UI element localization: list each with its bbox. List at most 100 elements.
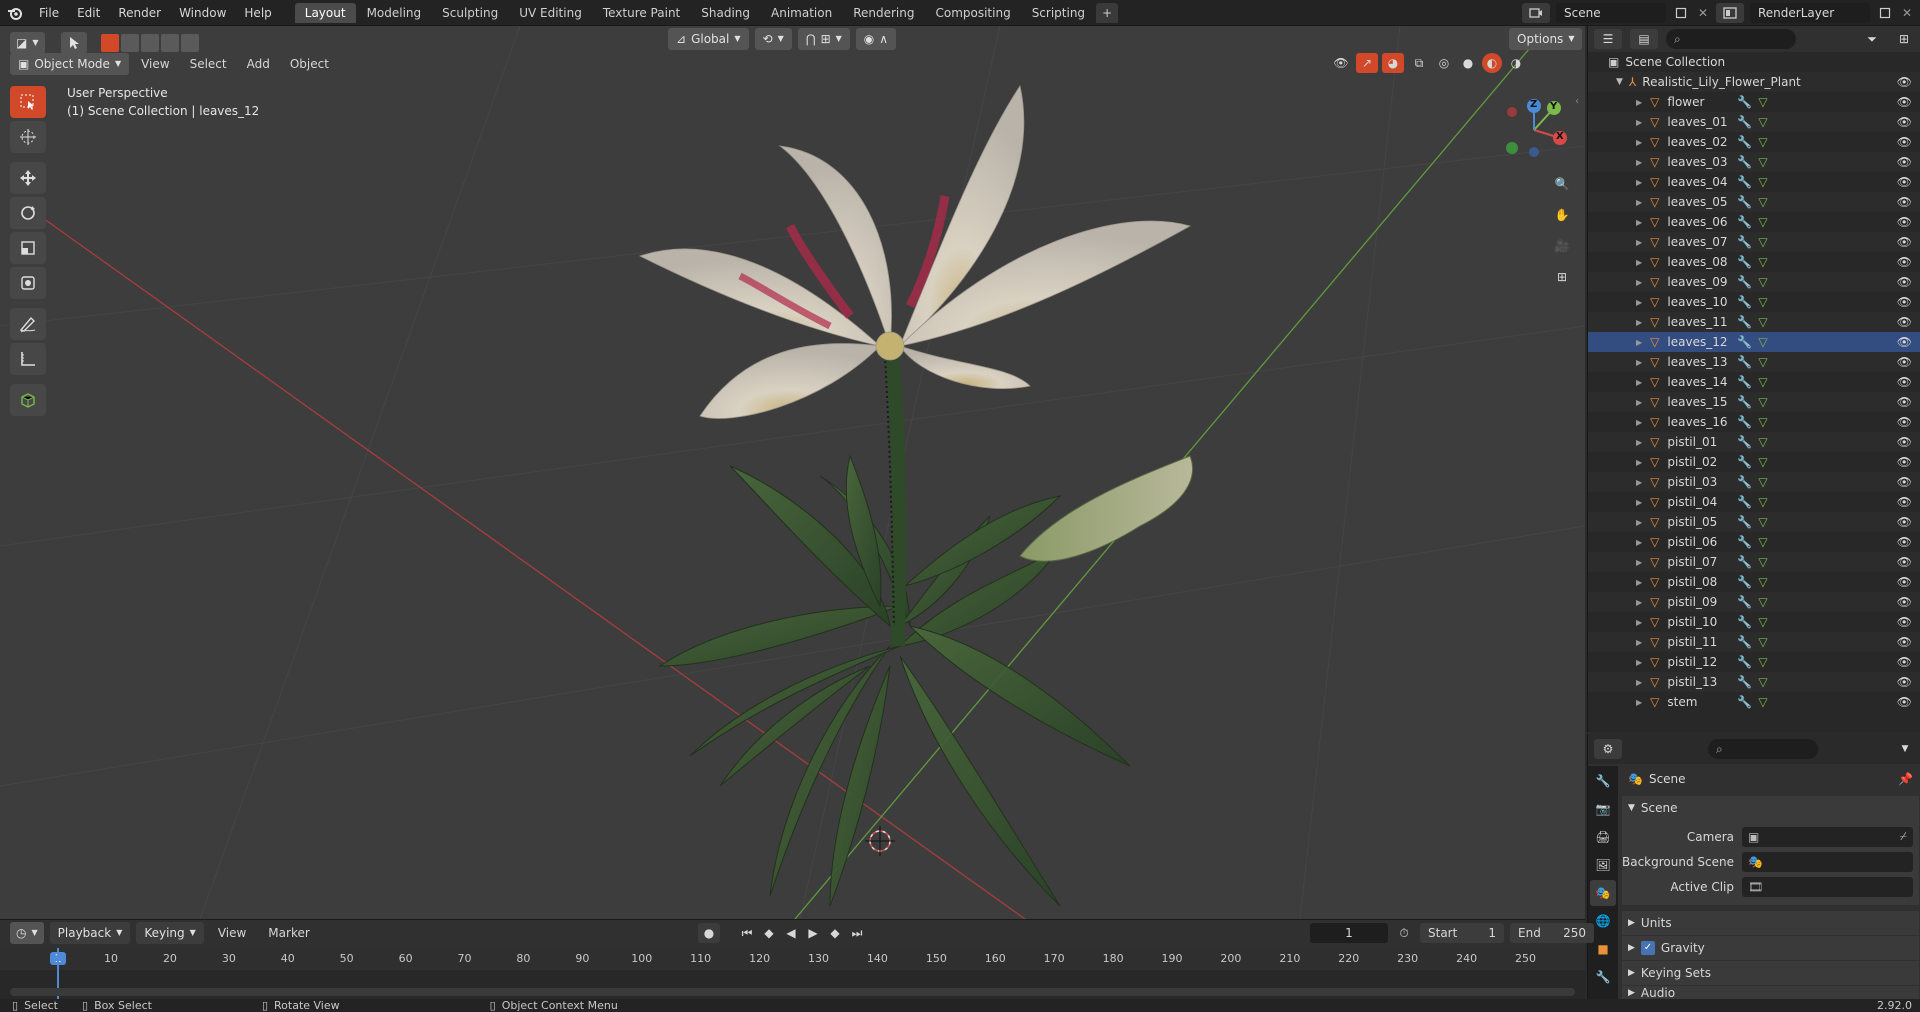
expand-arrow-icon[interactable]: ▶ xyxy=(1636,578,1642,587)
outliner-item[interactable]: ▶ ▽ leaves_15 🔧 ▽ 👁 xyxy=(1588,392,1920,412)
outliner-item[interactable]: ▶ ▽ leaves_06 🔧 ▽ 👁 xyxy=(1588,212,1920,232)
expand-arrow-icon[interactable]: ▶ xyxy=(1636,358,1642,367)
modifier-wrench-icon[interactable]: 🔧 xyxy=(1737,435,1752,449)
gizmo-toggle-icon[interactable]: ↗ xyxy=(1356,53,1378,73)
expand-arrow-icon[interactable]: ▶ xyxy=(1636,678,1642,687)
output-tab-icon[interactable]: 🖨 xyxy=(1590,824,1616,850)
expand-arrow-icon[interactable]: ▶ xyxy=(1636,498,1642,507)
expand-arrow-icon[interactable]: ▶ xyxy=(1636,698,1642,707)
viewport-menu-select[interactable]: Select xyxy=(182,57,235,71)
mesh-data-icon[interactable]: ▽ xyxy=(1758,175,1767,189)
eye-icon[interactable]: 👁 xyxy=(1897,455,1912,469)
expand-arrow-icon[interactable]: ▶ xyxy=(1636,98,1642,107)
camera-field[interactable]: ▣ ⌿ xyxy=(1742,826,1913,847)
mesh-data-icon[interactable]: ▽ xyxy=(1758,695,1767,709)
modifier-wrench-icon[interactable]: 🔧 xyxy=(1737,635,1752,649)
mesh-data-icon[interactable]: ▽ xyxy=(1758,135,1767,149)
menu-window[interactable]: Window xyxy=(170,0,235,26)
outliner-item[interactable]: ▶ ▽ pistil_07 🔧 ▽ 👁 xyxy=(1588,552,1920,572)
editor-type-button[interactable]: ◪ ▼ xyxy=(10,32,45,54)
extend-selection-icon[interactable] xyxy=(120,34,139,52)
outliner-item[interactable]: ▶ ▽ pistil_12 🔧 ▽ 👁 xyxy=(1588,652,1920,672)
expand-arrow-icon[interactable]: ▶ xyxy=(1636,478,1642,487)
outliner-item[interactable]: ▶ ▽ leaves_10 🔧 ▽ 👁 xyxy=(1588,292,1920,312)
zoom-icon[interactable]: 🔍 xyxy=(1548,170,1576,198)
record-icon[interactable]: ● xyxy=(698,923,720,943)
eye-icon[interactable]: 👁 xyxy=(1897,355,1912,369)
expand-arrow-icon[interactable]: ▶ xyxy=(1636,538,1642,547)
modifier-tab-icon[interactable]: 🔧 xyxy=(1590,964,1616,990)
transform-tool[interactable] xyxy=(10,267,46,299)
mesh-data-icon[interactable]: ▽ xyxy=(1758,335,1767,349)
modifier-wrench-icon[interactable]: 🔧 xyxy=(1737,95,1752,109)
outliner-item[interactable]: ▶ ▽ pistil_10 🔧 ▽ 👁 xyxy=(1588,612,1920,632)
blender-logo-icon[interactable] xyxy=(0,0,30,26)
scale-tool[interactable] xyxy=(10,232,46,264)
eye-icon[interactable]: 👁 xyxy=(1897,515,1912,529)
tab-animation[interactable]: Animation xyxy=(761,3,842,23)
outliner-item[interactable]: ▶ ▽ pistil_13 🔧 ▽ 👁 xyxy=(1588,672,1920,692)
modifier-wrench-icon[interactable]: 🔧 xyxy=(1737,375,1752,389)
measure-tool[interactable] xyxy=(10,343,46,375)
eye-icon[interactable]: 👁 xyxy=(1897,335,1912,349)
outliner-item[interactable]: ▶ ▽ leaves_07 🔧 ▽ 👁 xyxy=(1588,232,1920,252)
eye-icon[interactable]: 👁 xyxy=(1897,155,1912,169)
tab-uv-editing[interactable]: UV Editing xyxy=(509,3,592,23)
outliner-item[interactable]: ▶ ▽ pistil_03 🔧 ▽ 👁 xyxy=(1588,472,1920,492)
eye-icon[interactable]: 👁 xyxy=(1897,655,1912,669)
expand-arrow-icon[interactable]: ▶ xyxy=(1636,518,1642,527)
tab-texture-paint[interactable]: Texture Paint xyxy=(593,3,690,23)
add-cube-tool[interactable] xyxy=(10,384,46,416)
mesh-data-icon[interactable]: ▽ xyxy=(1758,415,1767,429)
outliner-item[interactable]: ▶ ▽ pistil_06 🔧 ▽ 👁 xyxy=(1588,532,1920,552)
expand-arrow-icon[interactable]: ▶ xyxy=(1636,218,1642,227)
eye-icon[interactable]: 👁 xyxy=(1897,255,1912,269)
scene-panel-header[interactable]: ▼ Scene xyxy=(1622,796,1919,820)
keying-dropdown[interactable]: Keying ▼ xyxy=(136,922,204,944)
outliner-item[interactable]: ▶ ▽ stem 🔧 ▽ 👁 xyxy=(1588,692,1920,712)
move-tool[interactable] xyxy=(10,162,46,194)
eye-icon[interactable]: 👁 xyxy=(1897,95,1912,109)
mesh-data-icon[interactable]: ▽ xyxy=(1758,295,1767,309)
modifier-wrench-icon[interactable]: 🔧 xyxy=(1737,235,1752,249)
end-frame-field[interactable]: End 250 xyxy=(1510,923,1594,943)
mesh-data-icon[interactable]: ▽ xyxy=(1758,635,1767,649)
eye-icon[interactable]: 👁 xyxy=(1897,115,1912,129)
ortho-grid-icon[interactable]: ⊞ xyxy=(1548,263,1576,291)
timeline-scrollbar[interactable] xyxy=(10,988,1575,996)
eye-icon[interactable]: 👁 xyxy=(1897,315,1912,329)
eye-icon[interactable]: 👁 xyxy=(1897,415,1912,429)
set-selection-icon[interactable] xyxy=(100,34,119,52)
active-clip-field[interactable]: 🎞 xyxy=(1742,876,1913,897)
timeline-track-area[interactable]: 1102030405060708090100110120130140150160… xyxy=(0,948,1585,1000)
eye-icon[interactable]: 👁 xyxy=(1897,555,1912,569)
outliner-item[interactable]: ▶ ▽ leaves_12 🔧 ▽ 👁 xyxy=(1588,332,1920,352)
modifier-wrench-icon[interactable]: 🔧 xyxy=(1737,455,1752,469)
expand-arrow-icon[interactable]: ▶ xyxy=(1636,198,1642,207)
expand-arrow-icon[interactable]: ▶ xyxy=(1636,158,1642,167)
mesh-data-icon[interactable]: ▽ xyxy=(1758,195,1767,209)
gravity-panel-header[interactable]: ▶ ✓ Gravity xyxy=(1622,936,1919,960)
select-box-tool[interactable] xyxy=(10,86,46,118)
outliner-item[interactable]: ▶ ▽ pistil_01 🔧 ▽ 👁 xyxy=(1588,432,1920,452)
viewport-menu-view[interactable]: View xyxy=(133,57,177,71)
expand-arrow-icon[interactable]: ▶ xyxy=(1636,318,1642,327)
timeline-editor-button[interactable]: ◷ ▼ xyxy=(10,922,44,944)
chevron-down-icon[interactable]: ▼ xyxy=(1896,739,1914,759)
eye-icon[interactable]: 👁 xyxy=(1897,495,1912,509)
cursor-tool[interactable] xyxy=(10,121,46,153)
rotate-tool[interactable] xyxy=(10,197,46,229)
close-icon[interactable]: ✕ xyxy=(1696,3,1710,23)
expand-arrow-icon[interactable]: ▶ xyxy=(1636,438,1642,447)
eye-icon[interactable]: 👁 xyxy=(1897,535,1912,549)
modifier-wrench-icon[interactable]: 🔧 xyxy=(1737,215,1752,229)
jump-start-icon[interactable]: ⏮ xyxy=(738,923,756,943)
modifier-wrench-icon[interactable]: 🔧 xyxy=(1737,155,1752,169)
mesh-data-icon[interactable]: ▽ xyxy=(1758,395,1767,409)
eye-icon[interactable]: 👁 xyxy=(1897,615,1912,629)
render-layer-icon[interactable] xyxy=(1716,3,1744,23)
play-reverse-icon[interactable]: ◀ xyxy=(782,923,800,943)
tab-sculpting[interactable]: Sculpting xyxy=(432,3,508,23)
mesh-data-icon[interactable]: ▽ xyxy=(1758,215,1767,229)
modifier-wrench-icon[interactable]: 🔧 xyxy=(1737,395,1752,409)
